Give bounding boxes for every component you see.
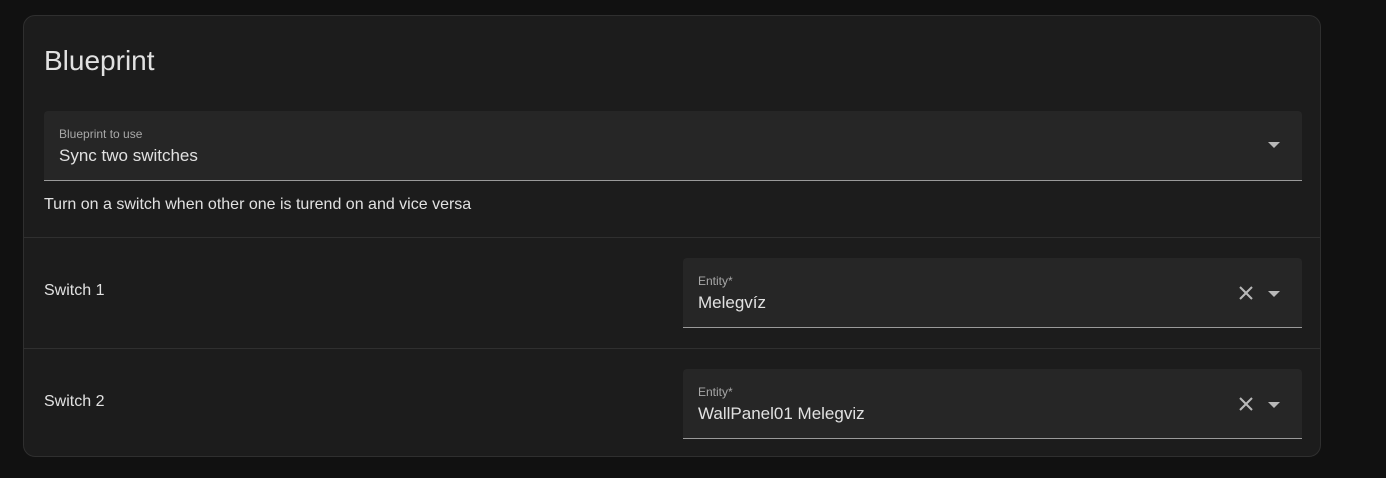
entity-select-switch-2[interactable]: Entity* WallPanel01 Melegviz [683, 369, 1302, 439]
chevron-down-icon[interactable] [1268, 142, 1280, 148]
close-icon[interactable] [1238, 396, 1254, 412]
close-icon[interactable] [1238, 285, 1254, 301]
entity-field-value: Melegvíz [698, 293, 767, 312]
card-title: Blueprint [44, 45, 155, 76]
input-label-switch-2: Switch 2 [44, 393, 105, 410]
blueprint-description: Turn on a switch when other one is turen… [44, 196, 472, 213]
blueprint-select[interactable]: Blueprint to use Sync two switches [44, 111, 1302, 181]
chevron-down-icon[interactable] [1268, 402, 1280, 408]
blueprint-card: Blueprint Blueprint to use Sync two swit… [23, 15, 1321, 457]
entity-field-value: WallPanel01 Melegviz [698, 404, 865, 423]
input-label-switch-1: Switch 1 [44, 282, 105, 299]
divider [24, 237, 1320, 238]
entity-field-label: Entity* [698, 385, 733, 399]
divider [24, 348, 1320, 349]
entity-select-switch-1[interactable]: Entity* Melegvíz [683, 258, 1302, 328]
blueprint-select-label: Blueprint to use [59, 127, 143, 141]
chevron-down-icon[interactable] [1268, 291, 1280, 297]
blueprint-select-value: Sync two switches [59, 146, 198, 165]
entity-field-label: Entity* [698, 274, 733, 288]
